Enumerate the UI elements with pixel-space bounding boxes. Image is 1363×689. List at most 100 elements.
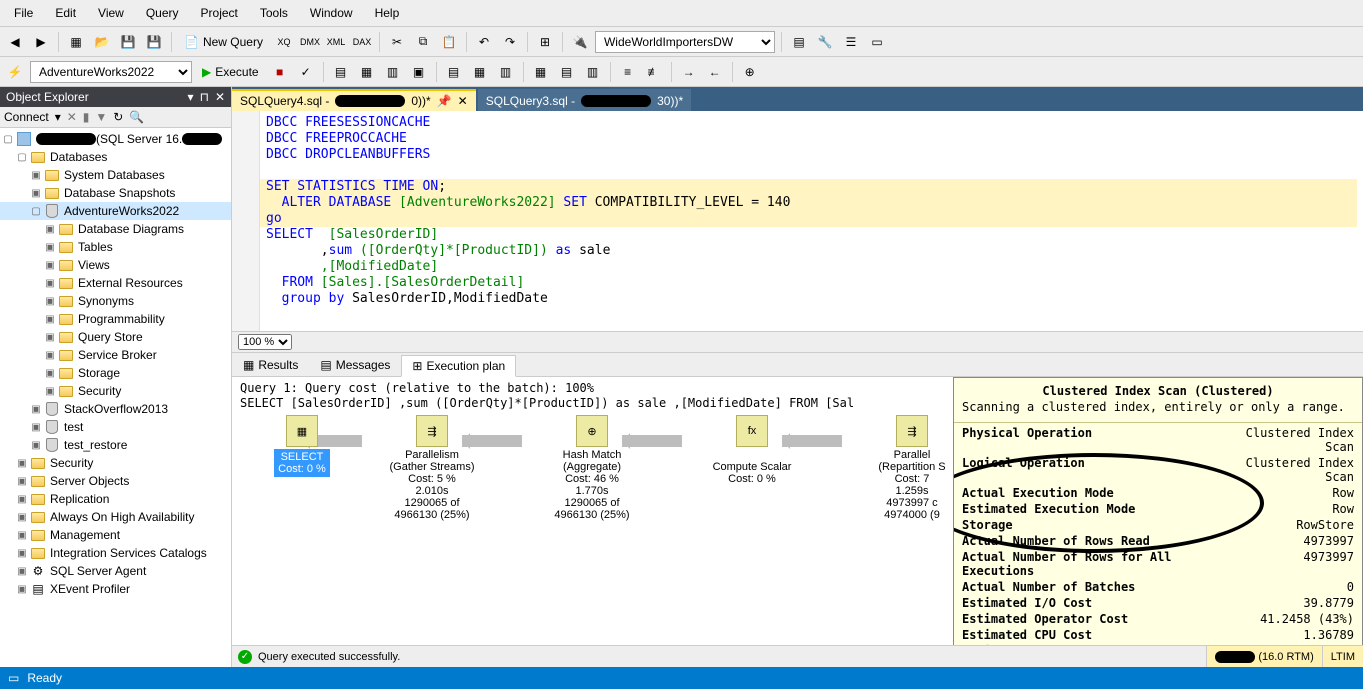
messages-tab[interactable]: ▤Messages xyxy=(309,354,401,376)
sqlcmd-icon[interactable]: ▥ xyxy=(495,61,517,83)
registered-servers-icon[interactable]: ▤ xyxy=(788,31,810,53)
dmx-icon[interactable]: DMX xyxy=(299,31,321,53)
live-stats-icon[interactable]: ▣ xyxy=(408,61,430,83)
tab-close-icon[interactable]: ✕ xyxy=(458,94,468,108)
tree-so2013[interactable]: ▣StackOverflow2013 xyxy=(0,400,231,418)
current-database-selector[interactable]: AdventureWorks2022 xyxy=(30,61,192,83)
refresh-icon[interactable]: ↻ xyxy=(113,110,123,124)
plan-node-select[interactable]: ▦ SELECTCost: 0 % xyxy=(232,415,372,477)
tree-testrestore[interactable]: ▣test_restore xyxy=(0,436,231,454)
copy-icon[interactable]: ⧉ xyxy=(412,31,434,53)
outdent-icon[interactable]: ← xyxy=(704,61,726,83)
query-options-icon[interactable]: ▦ xyxy=(356,61,378,83)
tab-sqlquery4[interactable]: SQLQuery4.sql - 0))* 📌 ✕ xyxy=(232,89,476,111)
new-solution-icon[interactable]: ▦ xyxy=(65,31,87,53)
menu-query[interactable]: Query xyxy=(136,2,189,24)
uncomment-icon[interactable]: ≢ xyxy=(643,61,665,83)
menu-edit[interactable]: Edit xyxy=(45,2,86,24)
pin-icon[interactable]: ⊓ xyxy=(200,90,209,104)
properties-icon[interactable]: 🔧 xyxy=(814,31,836,53)
tree-databases[interactable]: ▢Databases xyxy=(0,148,231,166)
dropdown-icon[interactable]: ▾ xyxy=(188,90,194,104)
execution-plan-area[interactable]: Query 1: Query cost (relative to the bat… xyxy=(232,377,1363,645)
tab-sqlquery3[interactable]: SQLQuery3.sql - 30))* xyxy=(478,89,691,111)
tree-security[interactable]: ▣Security xyxy=(0,382,231,400)
tree-server[interactable]: ▢(SQL Server 16. xyxy=(0,130,231,148)
back-icon[interactable]: ◀ xyxy=(4,31,26,53)
zoom-selector[interactable]: 100 % xyxy=(238,334,292,350)
tab-pin-icon[interactable]: 📌 xyxy=(437,94,452,108)
dax-icon[interactable]: DAX xyxy=(351,31,373,53)
plan-node-hashmatch[interactable]: ⊕ Hash Match (Aggregate) Cost: 46 % 1.77… xyxy=(522,415,662,521)
open-icon[interactable]: 📂 xyxy=(91,31,113,53)
tree-sbroker[interactable]: ▣Service Broker xyxy=(0,346,231,364)
plan-node-computescalar[interactable]: fx Compute Scalar Cost: 0 % xyxy=(682,415,822,485)
redo-icon[interactable]: ↷ xyxy=(499,31,521,53)
tree-prog[interactable]: ▣Programmability xyxy=(0,310,231,328)
editor-code[interactable]: DBCC FREESESSIONCACHE DBCC FREEPROCCACHE… xyxy=(260,111,1363,331)
tree-views[interactable]: ▣Views xyxy=(0,256,231,274)
execute-button[interactable]: ▶ Execute xyxy=(196,63,265,81)
execution-plan-tab[interactable]: ⊞Execution plan xyxy=(401,355,516,377)
filter-icon[interactable]: ▼ xyxy=(95,110,107,124)
menu-file[interactable]: File xyxy=(4,2,43,24)
tree-sysdb[interactable]: ▣System Databases xyxy=(0,166,231,184)
undo-icon[interactable]: ↶ xyxy=(473,31,495,53)
estimated-plan-icon[interactable]: ▤ xyxy=(330,61,352,83)
object-explorer-tree[interactable]: ▢(SQL Server 16. ▢Databases ▣System Data… xyxy=(0,128,231,667)
template-icon[interactable]: ▭ xyxy=(866,31,888,53)
forward-icon[interactable]: ▶ xyxy=(30,31,52,53)
connect-dropdown-icon[interactable]: ▾ xyxy=(55,110,61,124)
menu-help[interactable]: Help xyxy=(365,2,410,24)
menu-view[interactable]: View xyxy=(88,2,134,24)
include-stats-icon[interactable]: ▦ xyxy=(469,61,491,83)
tree-repl[interactable]: ▣Replication xyxy=(0,490,231,508)
stop-icon2[interactable]: ▮ xyxy=(83,110,90,124)
tree-test[interactable]: ▣test xyxy=(0,418,231,436)
connect-button[interactable]: Connect xyxy=(4,110,49,124)
toolbox-icon[interactable]: ☰ xyxy=(840,31,862,53)
tree-xevent[interactable]: ▣▤XEvent Profiler xyxy=(0,580,231,598)
tree-diagrams[interactable]: ▣Database Diagrams xyxy=(0,220,231,238)
new-query-button[interactable]: 📄 New Query xyxy=(178,33,269,51)
tree-synonyms[interactable]: ▣Synonyms xyxy=(0,292,231,310)
mdx-icon[interactable]: XQ xyxy=(273,31,295,53)
results-file-icon[interactable]: ▥ xyxy=(582,61,604,83)
connect-icon[interactable]: 🔌 xyxy=(569,31,591,53)
results-tab[interactable]: ▦Results xyxy=(232,354,309,376)
tree-mgmt[interactable]: ▣Management xyxy=(0,526,231,544)
tree-aoha[interactable]: ▣Always On High Availability xyxy=(0,508,231,526)
menu-project[interactable]: Project xyxy=(191,2,248,24)
comment-icon[interactable]: ≡ xyxy=(617,61,639,83)
paste-icon[interactable]: 📋 xyxy=(438,31,460,53)
tree-dbsnap[interactable]: ▣Database Snapshots xyxy=(0,184,231,202)
tree-extres[interactable]: ▣External Resources xyxy=(0,274,231,292)
tree-aw2022[interactable]: ▢AdventureWorks2022 xyxy=(0,202,231,220)
tree-security2[interactable]: ▣Security xyxy=(0,454,231,472)
disconnect-icon[interactable]: ✕ xyxy=(67,110,77,124)
tree-isc[interactable]: ▣Integration Services Catalogs xyxy=(0,544,231,562)
sql-icon[interactable]: ⚡ xyxy=(4,61,26,83)
tree-tables[interactable]: ▣Tables xyxy=(0,238,231,256)
tree-storage[interactable]: ▣Storage xyxy=(0,364,231,382)
plan-node-parallelism[interactable]: ⇶ Parallelism (Gather Streams) Cost: 5 %… xyxy=(362,415,502,521)
search-icon[interactable]: 🔍 xyxy=(129,110,144,124)
parse-icon[interactable]: ✓ xyxy=(295,61,317,83)
sql-editor[interactable]: DBCC FREESESSIONCACHE DBCC FREEPROCCACHE… xyxy=(232,111,1363,331)
tree-serverobj[interactable]: ▣Server Objects xyxy=(0,472,231,490)
save-icon[interactable]: 💾 xyxy=(117,31,139,53)
activity-icon[interactable]: ⊞ xyxy=(534,31,556,53)
include-plan-icon[interactable]: ▤ xyxy=(443,61,465,83)
save-all-icon[interactable]: 💾 xyxy=(143,31,165,53)
indent-icon[interactable]: → xyxy=(678,61,700,83)
results-grid-icon[interactable]: ▦ xyxy=(530,61,552,83)
intellisense-icon[interactable]: ▥ xyxy=(382,61,404,83)
specify-values-icon[interactable]: ⊕ xyxy=(739,61,761,83)
results-text-icon[interactable]: ▤ xyxy=(556,61,578,83)
menu-window[interactable]: Window xyxy=(300,2,363,24)
xmla-icon[interactable]: XML xyxy=(325,31,347,53)
tree-qstore[interactable]: ▣Query Store xyxy=(0,328,231,346)
stop-icon[interactable]: ■ xyxy=(269,61,291,83)
database-selector[interactable]: WideWorldImportersDW xyxy=(595,31,775,53)
cut-icon[interactable]: ✂ xyxy=(386,31,408,53)
